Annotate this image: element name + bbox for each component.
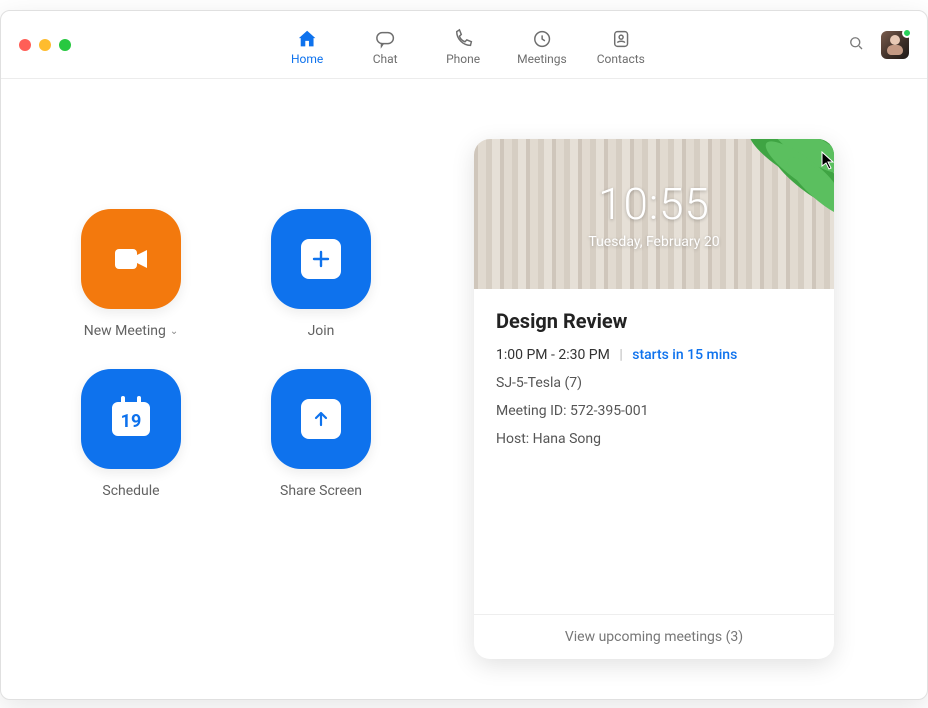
new-meeting-button[interactable]	[81, 209, 181, 309]
clock-date: Tuesday, February 20	[588, 234, 719, 250]
share-screen-label: Share Screen	[280, 483, 362, 499]
event-host: Host: Hana Song	[496, 431, 812, 447]
chat-icon	[374, 28, 396, 50]
calendar-day-number: 19	[121, 411, 142, 432]
event-title: Design Review	[496, 309, 812, 333]
new-meeting-dropdown[interactable]: New Meeting ⌄	[84, 323, 178, 339]
contacts-icon	[610, 28, 632, 50]
share-screen-action: Share Screen	[271, 369, 371, 499]
home-icon	[296, 28, 318, 50]
search-icon	[847, 34, 865, 52]
share-arrow-icon	[301, 399, 341, 439]
tab-phone-label: Phone	[446, 52, 480, 66]
quick-actions-grid: New Meeting ⌄ Join 19 Schedule	[61, 209, 391, 659]
schedule-button[interactable]: 19	[81, 369, 181, 469]
fullscreen-window-button[interactable]	[59, 39, 71, 51]
chevron-down-icon: ⌄	[170, 326, 178, 337]
presence-indicator	[902, 28, 912, 38]
tab-phone[interactable]: Phone	[439, 24, 487, 66]
main-nav-tabs: Home Chat Phone Meetings Contacts	[283, 11, 645, 78]
tab-chat[interactable]: Chat	[361, 24, 409, 66]
upcoming-event-card: 10:55 Tuesday, February 20 Design Review…	[474, 139, 834, 659]
clock-time: 10:55	[598, 178, 710, 230]
titlebar-right	[847, 31, 909, 59]
profile-avatar[interactable]	[881, 31, 909, 59]
tab-home-label: Home	[291, 52, 323, 66]
close-window-button[interactable]	[19, 39, 31, 51]
search-button[interactable]	[847, 34, 865, 56]
clock-icon	[531, 28, 553, 50]
event-details: Design Review 1:00 PM - 2:30 PM | starts…	[474, 289, 834, 614]
tab-contacts-label: Contacts	[597, 52, 645, 66]
clock-header: 10:55 Tuesday, February 20	[474, 139, 834, 289]
titlebar: Home Chat Phone Meetings Contacts	[1, 11, 927, 79]
join-label: Join	[308, 323, 335, 339]
app-window: Home Chat Phone Meetings Contacts	[0, 10, 928, 700]
schedule-label: Schedule	[102, 483, 159, 499]
main-content: New Meeting ⌄ Join 19 Schedule	[1, 79, 927, 699]
tab-contacts[interactable]: Contacts	[597, 24, 645, 66]
calendar-panel: 10:55 Tuesday, February 20 Design Review…	[441, 139, 867, 659]
tab-chat-label: Chat	[373, 52, 398, 66]
event-time-range: 1:00 PM - 2:30 PM	[496, 347, 610, 363]
separator: |	[619, 347, 622, 363]
event-location: SJ-5-Tesla (7)	[496, 375, 812, 391]
calendar-icon: 19	[112, 402, 150, 436]
plus-icon	[301, 239, 341, 279]
tab-meetings[interactable]: Meetings	[517, 24, 567, 66]
event-meeting-id: Meeting ID: 572-395-001	[496, 403, 812, 419]
event-starts-in: starts in 15 mins	[632, 347, 737, 363]
join-button[interactable]	[271, 209, 371, 309]
leaves-decoration	[694, 139, 834, 239]
phone-icon	[452, 28, 474, 50]
view-upcoming-button[interactable]: View upcoming meetings (3)	[474, 614, 834, 659]
tab-home[interactable]: Home	[283, 24, 331, 66]
video-camera-icon	[107, 235, 155, 283]
view-upcoming-label: View upcoming meetings (3)	[565, 629, 743, 645]
new-meeting-label: New Meeting	[84, 323, 166, 339]
tab-meetings-label: Meetings	[517, 52, 567, 66]
share-screen-button[interactable]	[271, 369, 371, 469]
new-meeting-action: New Meeting ⌄	[81, 209, 181, 339]
schedule-action: 19 Schedule	[81, 369, 181, 499]
window-controls	[19, 39, 71, 51]
minimize-window-button[interactable]	[39, 39, 51, 51]
join-action: Join	[271, 209, 371, 339]
